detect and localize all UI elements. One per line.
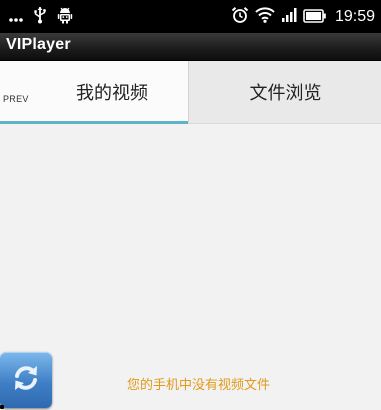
tab-my-videos[interactable]: PREV 我的视频 [0, 61, 188, 124]
tab-file-browser-label: 文件浏览 [249, 83, 322, 104]
alarm-icon [231, 6, 249, 28]
refresh-icon [10, 362, 42, 398]
empty-state-message: 您的手机中没有视频文件 [126, 378, 270, 393]
status-bar: 19:59 [0, 0, 381, 33]
more-dots-icon [9, 8, 23, 27]
wifi-icon [255, 7, 275, 27]
battery-icon [303, 8, 327, 27]
app-title: VIPlayer [6, 36, 71, 53]
status-bar-right: 19:59 [231, 6, 375, 28]
status-time: 19:59 [334, 8, 375, 25]
usb-icon [33, 6, 47, 28]
tab-file-browser[interactable]: 文件浏览 [188, 61, 381, 123]
corner-mark [0, 405, 4, 409]
android-debug-icon [57, 6, 73, 28]
status-bar-left [9, 7, 73, 27]
video-list-area: 您的手机中没有视频文件 [0, 124, 381, 410]
signal-icon [281, 7, 297, 27]
prev-label[interactable]: PREV [3, 94, 29, 104]
tab-my-videos-label: 我的视频 [76, 83, 148, 104]
app-title-bar: VIPlayer [0, 33, 381, 61]
refresh-button[interactable] [0, 352, 52, 408]
tab-bar: PREV 我的视频 文件浏览 [0, 61, 381, 124]
